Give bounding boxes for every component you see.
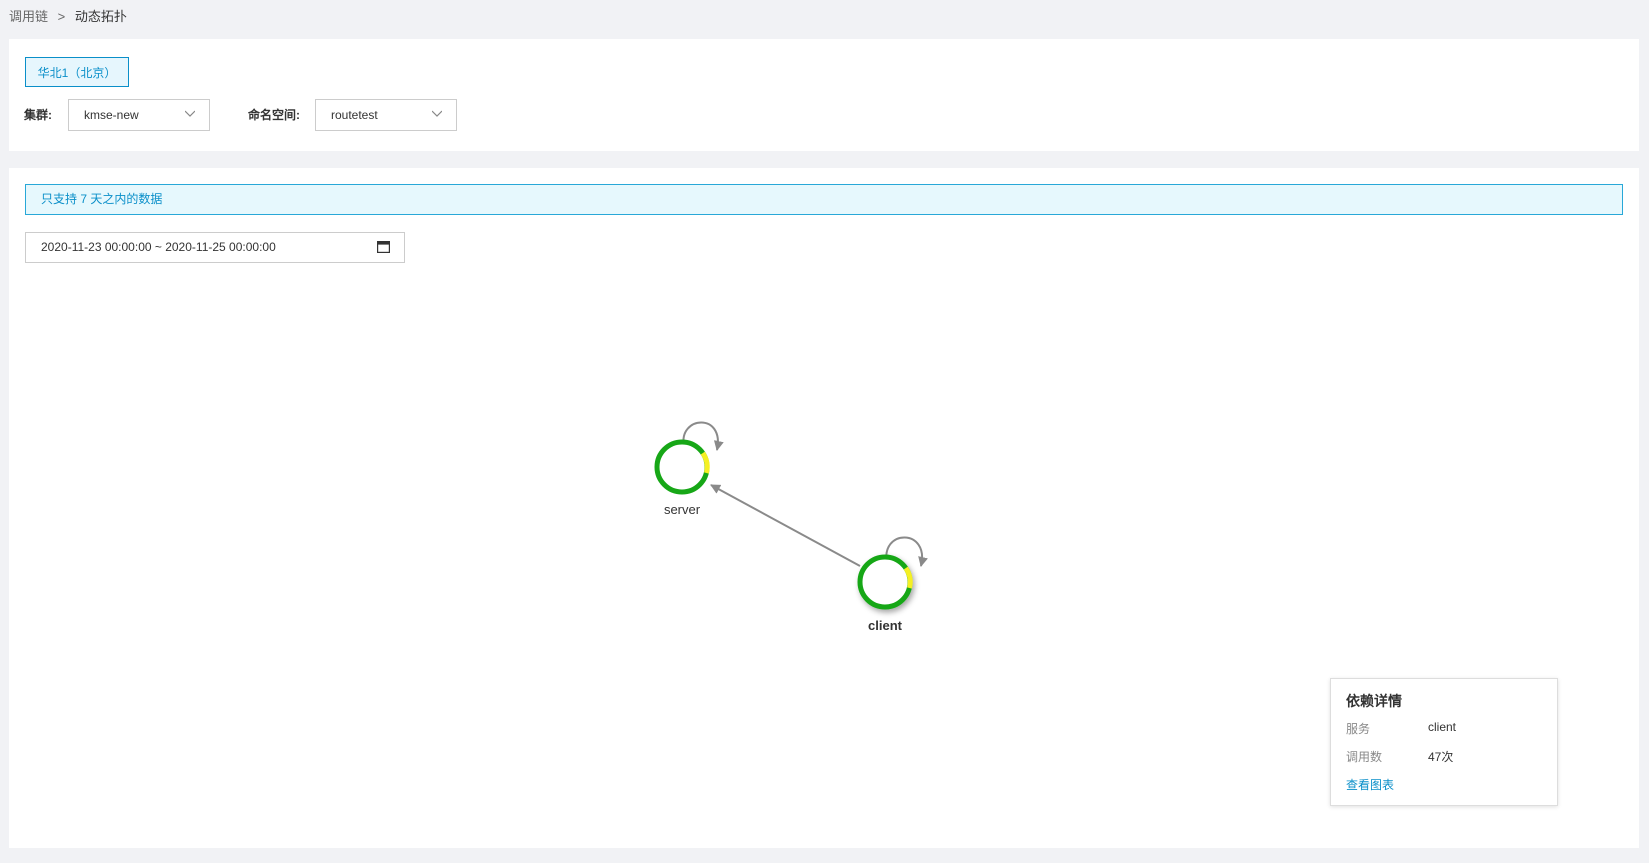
detail-service-value: client [1428,720,1457,734]
detail-calls-label: 调用数 [1346,750,1383,764]
node-label-client: client [868,618,903,633]
node-client[interactable]: client [857,554,913,633]
dependency-detail-card: 依赖详情 服务 client 调用数 47次 查看图表 [1330,678,1558,806]
view-chart-link[interactable]: 查看图表 [1346,776,1394,793]
detail-calls-value: 47次 [1428,750,1454,764]
node-label-server: server [664,502,701,517]
node-server[interactable]: server [654,439,710,517]
detail-title: 依赖详情 [1346,693,1402,709]
detail-service-label: 服务 [1346,722,1371,736]
edge-client-server[interactable] [710,484,861,567]
